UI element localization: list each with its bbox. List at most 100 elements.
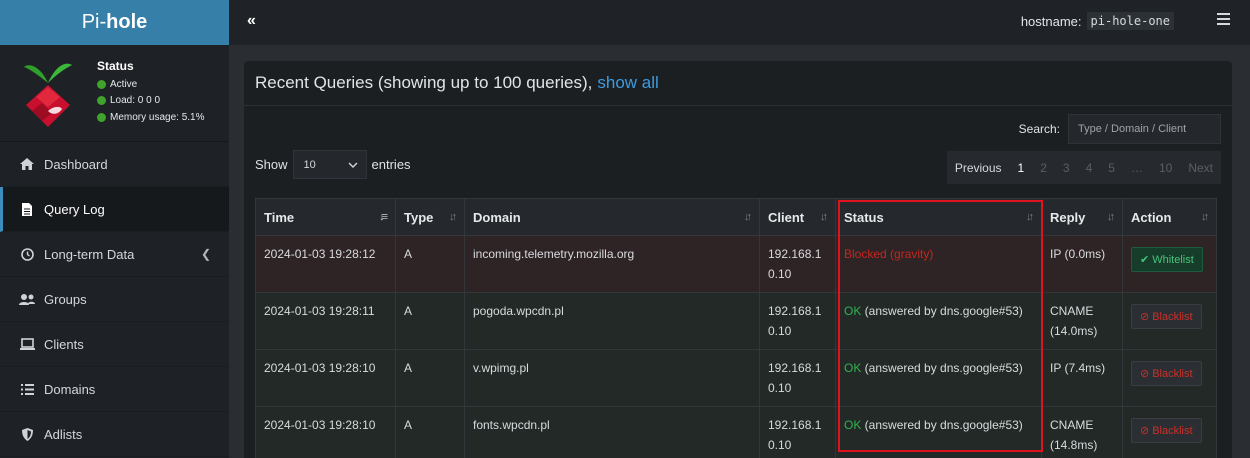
client-part: 192.168.1 bbox=[768, 304, 822, 318]
check-icon: ✔ bbox=[1140, 253, 1150, 266]
history-icon bbox=[18, 246, 36, 262]
table-row: 2024-01-03 19:28:10 A fonts.wpcdn.pl 192… bbox=[255, 406, 1217, 458]
sidebar-item-label: Domains bbox=[44, 381, 96, 397]
hamburger-menu-icon[interactable] bbox=[1217, 13, 1230, 28]
cell-reply: IP (7.4ms) bbox=[1041, 349, 1123, 407]
entries-label: entries bbox=[371, 157, 411, 172]
column-header-label: Domain bbox=[473, 209, 521, 225]
sidebar-item-dashboard[interactable]: Dashboard bbox=[0, 142, 229, 187]
table-row: 2024-01-03 19:28:11 A pogoda.wpcdn.pl 19… bbox=[255, 292, 1217, 350]
sidebar-item-label: Query Log bbox=[44, 201, 105, 217]
button-label: Blacklist bbox=[1152, 424, 1193, 437]
ban-icon: ⊘ bbox=[1140, 310, 1150, 323]
cell-domain: fonts.wpcdn.pl bbox=[464, 406, 760, 458]
entries-select[interactable]: 10 bbox=[292, 150, 367, 179]
reply-part: (14.0ms) bbox=[1050, 324, 1098, 338]
sidebar-nav: Dashboard Query Log Long-term Data ❮ Gro… bbox=[0, 142, 229, 457]
green-dot-icon bbox=[97, 113, 106, 122]
top-bar: « hostname: pi-hole-one bbox=[229, 0, 1250, 45]
client-part: 192.168.1 bbox=[768, 247, 822, 261]
shield-icon bbox=[18, 426, 36, 442]
column-header-label: Reply bbox=[1050, 209, 1086, 225]
cell-action: ⊘ Blacklist bbox=[1122, 292, 1217, 350]
status-load: Load: 0 0 0 bbox=[97, 95, 160, 106]
hostname-display: hostname: pi-hole-one bbox=[1021, 12, 1174, 30]
table-row: 2024-01-03 19:28:10 A v.wpimg.pl 192.168… bbox=[255, 349, 1217, 407]
cell-client: 192.168.1 0.10 bbox=[759, 292, 836, 350]
pagination-next[interactable]: Next bbox=[1180, 161, 1221, 175]
ban-icon: ⊘ bbox=[1140, 367, 1150, 380]
sort-icon: ↓↑ bbox=[1107, 211, 1115, 223]
status-memory: Memory usage: 5.1% bbox=[97, 112, 205, 123]
cell-type: A bbox=[395, 349, 465, 407]
recent-queries-box: Recent Queries (showing up to 100 querie… bbox=[244, 61, 1232, 458]
column-header-type[interactable]: Type ↓↑ bbox=[395, 198, 465, 236]
show-all-link[interactable]: show all bbox=[597, 73, 658, 93]
pagination-page[interactable]: 10 bbox=[1151, 161, 1180, 175]
hostname-value: pi-hole-one bbox=[1086, 12, 1174, 30]
blacklist-button[interactable]: ⊘ Blacklist bbox=[1131, 304, 1202, 329]
client-part: 192.168.1 bbox=[768, 361, 822, 375]
cell-client: 192.168.1 0.10 bbox=[759, 235, 836, 293]
logo-text-thin: Pi- bbox=[81, 11, 107, 33]
chevron-left-icon: ❮ bbox=[200, 247, 211, 261]
cell-time: 2024-01-03 19:28:12 bbox=[255, 235, 396, 293]
pagination-page[interactable]: 5 bbox=[1100, 161, 1123, 175]
sidebar-item-groups[interactable]: Groups bbox=[0, 277, 229, 322]
client-part: 0.10 bbox=[768, 438, 792, 452]
pagination-page[interactable]: 4 bbox=[1078, 161, 1101, 175]
client-part: 192.168.1 bbox=[768, 418, 822, 432]
sidebar-item-adlists[interactable]: Adlists bbox=[0, 412, 229, 457]
sort-icon: ↓↑ bbox=[820, 211, 828, 223]
column-header-action[interactable]: Action ↓↑ bbox=[1122, 198, 1217, 236]
column-header-time[interactable]: Time ↓≡ bbox=[255, 198, 396, 236]
cell-time: 2024-01-03 19:28:11 bbox=[255, 292, 396, 350]
queries-table: Time ↓≡ Type ↓↑ Domain ↓↑ Client ↓↑ Status ↓↑… bbox=[255, 198, 1217, 458]
column-header-domain[interactable]: Domain ↓↑ bbox=[464, 198, 760, 236]
cell-domain: v.wpimg.pl bbox=[464, 349, 760, 407]
button-label: Blacklist bbox=[1152, 367, 1193, 380]
status-column-highlight bbox=[838, 200, 1043, 452]
pagination-ellipsis: … bbox=[1130, 160, 1143, 175]
pagination-previous[interactable]: Previous bbox=[947, 161, 1010, 175]
cell-time: 2024-01-03 19:28:10 bbox=[255, 349, 396, 407]
status-active-label: Active bbox=[110, 79, 138, 90]
sidebar-item-clients[interactable]: Clients bbox=[0, 322, 229, 367]
sort-icon: ↓↑ bbox=[449, 211, 457, 223]
sidebar-item-query-log[interactable]: Query Log bbox=[0, 187, 229, 232]
whitelist-button[interactable]: ✔ Whitelist bbox=[1131, 247, 1203, 272]
sidebar-item-label: Dashboard bbox=[44, 156, 108, 172]
cell-reply: CNAME (14.8ms) bbox=[1041, 406, 1123, 458]
blacklist-button[interactable]: ⊘ Blacklist bbox=[1131, 361, 1202, 386]
button-label: Blacklist bbox=[1152, 310, 1193, 323]
chevron-down-icon bbox=[348, 159, 358, 171]
column-header-reply[interactable]: Reply ↓↑ bbox=[1041, 198, 1123, 236]
cell-client: 192.168.1 0.10 bbox=[759, 349, 836, 407]
hostname-label: hostname: bbox=[1020, 13, 1082, 29]
search-label: Search: bbox=[1018, 122, 1060, 136]
box-header: Recent Queries (showing up to 100 querie… bbox=[244, 61, 1232, 106]
sidebar-collapse-button[interactable]: « bbox=[247, 12, 256, 30]
app-logo[interactable]: Pi-hole bbox=[0, 0, 229, 45]
blacklist-button[interactable]: ⊘ Blacklist bbox=[1131, 418, 1202, 443]
column-header-label: Action bbox=[1131, 209, 1172, 225]
sidebar-item-label: Long-term Data bbox=[44, 246, 135, 262]
reply-part: (14.8ms) bbox=[1050, 438, 1098, 452]
cell-action: ⊘ Blacklist bbox=[1122, 406, 1217, 458]
pagination-page[interactable]: 1 bbox=[1010, 161, 1033, 175]
cell-type: A bbox=[395, 406, 465, 458]
cell-type: A bbox=[395, 235, 465, 293]
laptop-icon bbox=[18, 336, 36, 352]
pagination-page[interactable]: 2 bbox=[1032, 161, 1055, 175]
pagination-page[interactable]: 3 bbox=[1055, 161, 1078, 175]
cell-client: 192.168.1 0.10 bbox=[759, 406, 836, 458]
column-header-label: Time bbox=[264, 209, 295, 225]
client-part: 0.10 bbox=[768, 324, 792, 338]
cell-action: ✔ Whitelist bbox=[1122, 235, 1217, 293]
sort-desc-icon: ↓≡ bbox=[379, 211, 388, 223]
column-header-client[interactable]: Client ↓↑ bbox=[759, 198, 836, 236]
search-input[interactable] bbox=[1068, 114, 1221, 144]
sidebar-item-domains[interactable]: Domains bbox=[0, 367, 229, 412]
sidebar-item-long-term-data[interactable]: Long-term Data ❮ bbox=[0, 232, 229, 277]
cell-reply: IP (0.0ms) bbox=[1041, 235, 1123, 293]
